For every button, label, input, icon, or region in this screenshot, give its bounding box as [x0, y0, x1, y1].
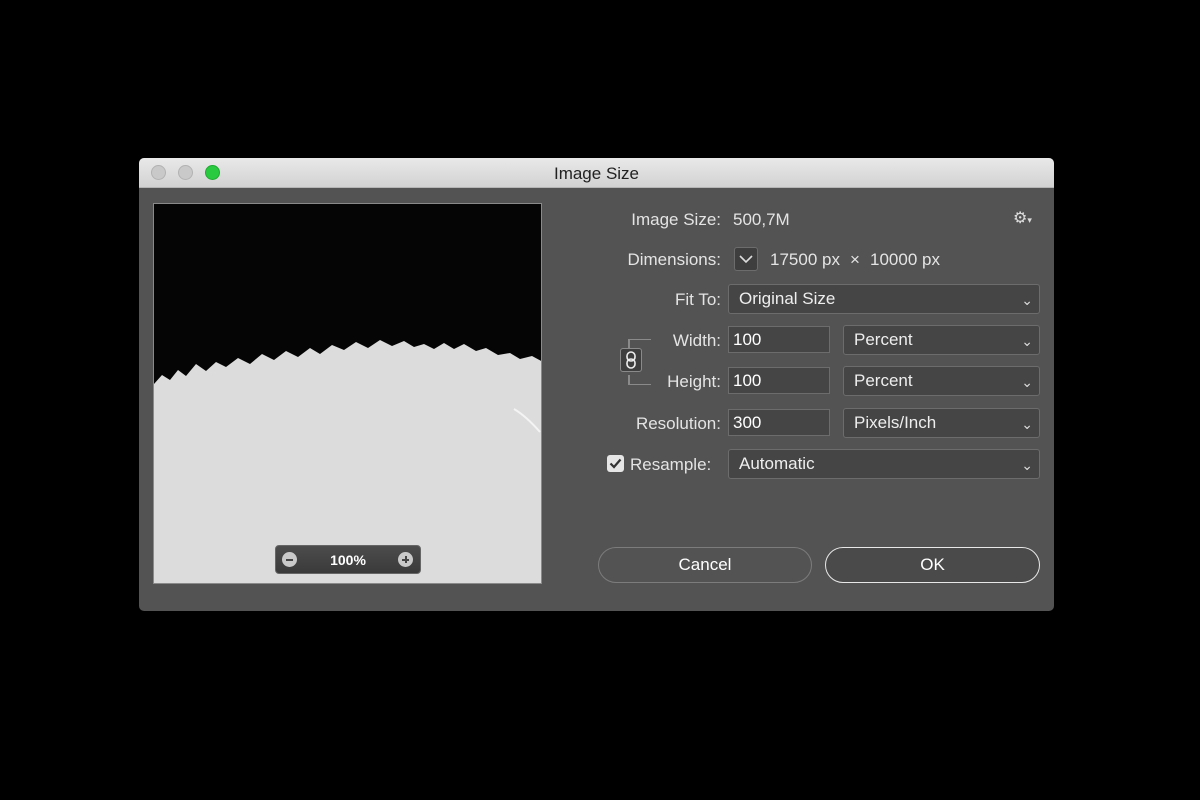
width-label: Width:: [672, 331, 721, 350]
image-size-dialog: Image Size 100% Image Size: 500,7M ⚙▾ Di…: [139, 158, 1054, 611]
ok-button[interactable]: OK: [825, 547, 1040, 583]
image-preview[interactable]: 100%: [153, 203, 542, 584]
dimensions-times: ×: [850, 250, 860, 269]
resample-value: Automatic: [739, 454, 815, 473]
chevron-down-icon: ⌄: [1021, 416, 1033, 432]
chevron-down-icon: ⌄: [1021, 374, 1033, 390]
zoom-out-button[interactable]: [282, 552, 297, 567]
chevron-down-icon: ⌄: [1021, 333, 1033, 349]
height-label: Height:: [667, 372, 721, 391]
resample-checkbox[interactable]: [607, 455, 624, 472]
resolution-label: Resolution:: [635, 414, 721, 433]
width-unit-select[interactable]: Percent ⌄: [843, 325, 1040, 355]
height-unit-select[interactable]: Percent ⌄: [843, 366, 1040, 396]
chevron-down-icon: ⌄: [1021, 292, 1033, 308]
resolution-unit-value: Pixels/Inch: [854, 413, 937, 432]
resolution-input[interactable]: 300: [728, 409, 830, 436]
title-bar: Image Size: [139, 158, 1054, 188]
dimensions-width: 17500 px: [770, 250, 840, 269]
chevron-down-icon: [739, 255, 753, 264]
resample-select[interactable]: Automatic ⌄: [728, 449, 1040, 479]
zoom-control: 100%: [275, 545, 421, 574]
fit-to-value: Original Size: [739, 289, 836, 308]
resample-label: Resample:: [630, 455, 712, 474]
height-unit-value: Percent: [854, 371, 913, 390]
dimensions-height: 10000 px: [870, 250, 940, 269]
image-size-value: 500,7M: [733, 210, 790, 229]
width-input[interactable]: 100: [728, 326, 830, 353]
chain-link-icon[interactable]: [620, 348, 642, 372]
fit-to-label: Fit To:: [675, 290, 721, 309]
resolution-unit-select[interactable]: Pixels/Inch ⌄: [843, 408, 1040, 438]
paper-preview-image: [154, 204, 541, 583]
height-input[interactable]: 100: [728, 367, 830, 394]
dimensions-label: Dimensions:: [627, 250, 721, 269]
image-size-label: Image Size:: [631, 210, 721, 229]
fit-to-select[interactable]: Original Size ⌄: [728, 284, 1040, 314]
gear-icon[interactable]: ⚙▾: [1013, 208, 1032, 228]
link-glyph-icon: [626, 351, 636, 369]
zoom-level: 100%: [330, 552, 366, 568]
dimensions-units-button[interactable]: [734, 247, 758, 271]
cancel-button[interactable]: Cancel: [598, 547, 812, 583]
width-unit-value: Percent: [854, 330, 913, 349]
checkmark-icon: [609, 458, 622, 469]
chevron-down-icon: ⌄: [1021, 457, 1033, 473]
dialog-title: Image Size: [553, 164, 640, 183]
zoom-in-button[interactable]: [398, 552, 413, 567]
